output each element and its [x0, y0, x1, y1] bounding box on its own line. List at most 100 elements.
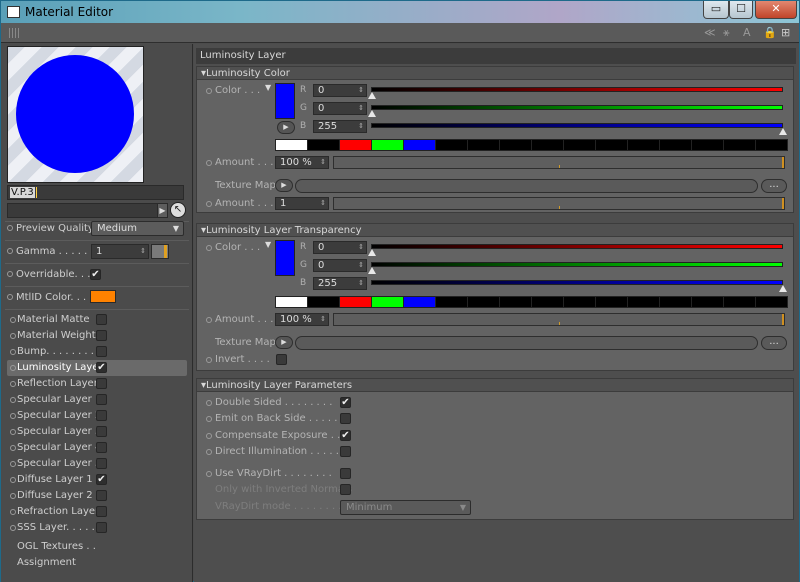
- r-input[interactable]: 0 ⇕: [313, 241, 367, 254]
- palette-swatch[interactable]: [756, 297, 787, 307]
- channel-item[interactable]: Specular Layer 2: [7, 408, 187, 424]
- texture-map-slot[interactable]: [295, 336, 758, 350]
- b-slider[interactable]: [371, 123, 783, 128]
- anim-dot-icon[interactable]: [10, 333, 16, 339]
- spinner-icon[interactable]: ⇕: [358, 121, 364, 132]
- g-slider[interactable]: [371, 105, 783, 110]
- palette-swatch[interactable]: [756, 140, 787, 150]
- palette-swatch[interactable]: [340, 297, 371, 307]
- link-field[interactable]: [7, 203, 167, 218]
- spinner-icon[interactable]: ⇕: [358, 260, 364, 271]
- b-slider[interactable]: [371, 280, 783, 285]
- slider-knob[interactable]: [782, 157, 784, 168]
- anim-dot-icon[interactable]: [206, 433, 212, 439]
- palette-swatch[interactable]: [692, 140, 723, 150]
- channel-checkbox[interactable]: [96, 458, 107, 469]
- g-slider-thumb[interactable]: [368, 110, 376, 117]
- link-arrow-button[interactable]: ▶: [157, 203, 168, 218]
- invert-checkbox[interactable]: [276, 354, 287, 365]
- amount2-slider[interactable]: [333, 197, 785, 210]
- amount-input[interactable]: 100 % ⇕: [275, 156, 329, 169]
- material-name-field[interactable]: V.P.3: [7, 185, 184, 200]
- color-preview-swatch[interactable]: [275, 240, 295, 276]
- font-icon[interactable]: A: [743, 26, 751, 39]
- anim-dot-icon[interactable]: [10, 317, 16, 323]
- anim-dot-icon[interactable]: [10, 381, 16, 387]
- spinner-icon[interactable]: ⇕: [320, 314, 326, 325]
- palette-swatch[interactable]: [468, 140, 499, 150]
- double-sided-checkbox[interactable]: ✔: [340, 397, 351, 408]
- anim-dot-icon[interactable]: [206, 88, 212, 94]
- amount-input[interactable]: 100 % ⇕: [275, 313, 329, 326]
- amount2-input[interactable]: 1 ⇕: [275, 197, 329, 210]
- maximize-button[interactable]: ☐: [729, 1, 753, 19]
- minimize-button[interactable]: ▭: [703, 1, 729, 19]
- r-slider[interactable]: [371, 244, 783, 249]
- gamma-slider-knob[interactable]: [164, 245, 167, 258]
- palette-swatch[interactable]: [628, 140, 659, 150]
- group-header[interactable]: ▾Luminosity Layer Parameters: [197, 379, 793, 392]
- channel-checkbox[interactable]: [96, 410, 107, 421]
- channel-item[interactable]: SSS Layer. . . . .: [7, 520, 187, 536]
- chevron-down-icon[interactable]: ▼: [265, 83, 271, 92]
- b-input[interactable]: 255 ⇕: [313, 120, 367, 133]
- anim-dot-icon[interactable]: [206, 317, 212, 323]
- channel-checkbox[interactable]: [96, 490, 107, 501]
- palette-swatch[interactable]: [276, 297, 307, 307]
- mtlid-color-swatch[interactable]: [90, 290, 116, 303]
- palette-swatch[interactable]: [724, 140, 755, 150]
- lock-icon[interactable]: 🔒: [763, 26, 777, 39]
- palette-swatch[interactable]: [308, 140, 339, 150]
- title-bar[interactable]: Material Editor ▭ ☐ ✕: [1, 1, 799, 23]
- channel-checkbox[interactable]: [96, 442, 107, 453]
- channel-item[interactable]: Specular Layer 5: [7, 456, 187, 472]
- amount-slider[interactable]: [333, 313, 785, 326]
- use-vraydirt-checkbox[interactable]: [340, 468, 351, 479]
- color-palette[interactable]: [275, 296, 788, 308]
- channel-item[interactable]: Refraction Layer: [7, 504, 187, 520]
- anim-dot-icon[interactable]: [10, 445, 16, 451]
- color-expand-button[interactable]: ▶: [277, 121, 295, 134]
- texture-browse-button[interactable]: ...: [761, 179, 787, 193]
- anim-dot-icon[interactable]: [206, 416, 212, 422]
- anim-dot-icon[interactable]: [10, 349, 16, 355]
- palette-swatch[interactable]: [628, 297, 659, 307]
- compensate-exposure-checkbox[interactable]: ✔: [340, 430, 351, 441]
- b-slider-thumb[interactable]: [779, 128, 787, 135]
- assignment-item[interactable]: Assignment: [17, 555, 76, 570]
- anim-dot-icon[interactable]: [7, 248, 13, 254]
- slider-knob[interactable]: [782, 314, 784, 325]
- palette-swatch[interactable]: [308, 297, 339, 307]
- texture-browse-button[interactable]: ...: [761, 336, 787, 350]
- slider-knob[interactable]: [782, 198, 784, 209]
- g-input[interactable]: 0 ⇕: [313, 259, 367, 272]
- palette-swatch[interactable]: [500, 140, 531, 150]
- amount-slider[interactable]: [333, 156, 785, 169]
- anim-dot-icon[interactable]: [10, 525, 16, 531]
- material-preview[interactable]: [7, 46, 144, 183]
- spinner-icon[interactable]: ⇕: [358, 103, 364, 114]
- group-header[interactable]: ▾Luminosity Layer Transparency: [197, 224, 793, 237]
- vraydirt-mode-select[interactable]: Minimum ▼: [340, 500, 471, 515]
- b-input[interactable]: 255 ⇕: [313, 277, 367, 290]
- pin-icon[interactable]: ⚹: [723, 26, 730, 39]
- channel-checkbox[interactable]: [96, 394, 107, 405]
- nav-back-icon[interactable]: ≪: [704, 26, 716, 39]
- palette-swatch[interactable]: [436, 140, 467, 150]
- anim-dot-icon[interactable]: [10, 477, 16, 483]
- palette-swatch[interactable]: [596, 297, 627, 307]
- anim-dot-icon[interactable]: [10, 429, 16, 435]
- anim-dot-icon[interactable]: [7, 294, 13, 300]
- anim-dot-icon[interactable]: [10, 413, 16, 419]
- spinner-icon[interactable]: ⇕: [140, 245, 146, 258]
- anim-dot-icon[interactable]: [10, 493, 16, 499]
- r-slider[interactable]: [371, 87, 783, 92]
- channel-item[interactable]: Reflection Layer: [7, 376, 187, 392]
- anim-dot-icon[interactable]: [206, 471, 212, 477]
- g-slider-thumb[interactable]: [368, 267, 376, 274]
- palette-swatch[interactable]: [340, 140, 371, 150]
- channel-checkbox[interactable]: [96, 330, 107, 341]
- channel-checkbox[interactable]: [96, 378, 107, 389]
- new-panel-icon[interactable]: ⊞: [781, 26, 790, 39]
- anim-dot-icon[interactable]: [206, 160, 212, 166]
